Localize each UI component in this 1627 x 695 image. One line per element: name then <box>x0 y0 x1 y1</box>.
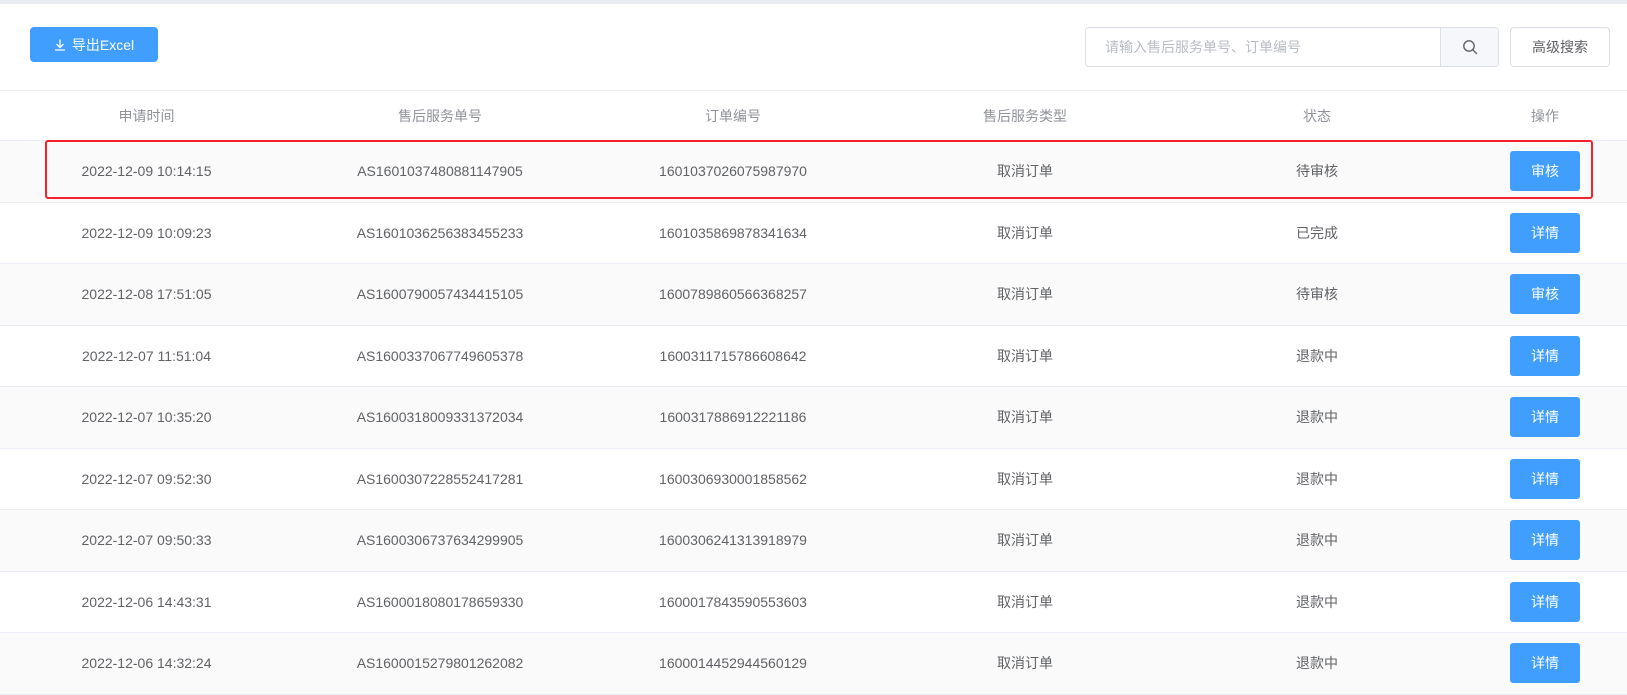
actions-cell: 详情 <box>1463 571 1627 633</box>
table-row: 2022-12-07 09:52:30 AS1600307228552417281… <box>0 448 1627 510</box>
table-row: 2022-12-06 14:32:24 AS1600015279801262082… <box>0 632 1627 695</box>
status-cell: 退款中 <box>1296 347 1338 364</box>
search-button[interactable] <box>1440 28 1498 66</box>
actions-cell: 详情 <box>1463 387 1627 449</box>
status-cell: 退款中 <box>1296 470 1338 487</box>
download-icon <box>54 38 66 51</box>
actions-cell: 审核 <box>1463 264 1627 326</box>
order-no-cell: 1600311715786608642 <box>659 347 807 364</box>
detail-button[interactable]: 详情 <box>1510 397 1580 438</box>
advanced-search-button[interactable]: 高级搜索 <box>1510 27 1610 67</box>
detail-button[interactable]: 详情 <box>1510 520 1580 561</box>
service-no-cell: AS1600337067749605378 <box>356 347 524 364</box>
status-cell: 已完成 <box>1296 224 1338 241</box>
table-body: 2022-12-09 10:14:15 AS1601037480881147905… <box>0 140 1627 695</box>
service-no-cell: AS1601037480881147905 <box>357 163 523 180</box>
table-row: 2022-12-09 10:09:23 AS1601036256383455233… <box>0 202 1627 264</box>
status-cell: 退款中 <box>1296 409 1338 426</box>
order-no-cell: 1601035869878341634 <box>659 224 807 241</box>
status-cell: 退款中 <box>1296 532 1338 549</box>
status-cell: 待审核 <box>1296 286 1338 303</box>
service-type-cell: 取消订单 <box>997 409 1053 426</box>
column-header-status: 状态 <box>1171 90 1463 141</box>
service-type-cell: 取消订单 <box>997 470 1053 487</box>
apply-time-cell: 2022-12-09 10:09:23 <box>81 224 212 241</box>
service-type-cell: 取消订单 <box>997 532 1053 549</box>
apply-time-cell: 2022-12-07 10:35:20 <box>81 409 212 426</box>
search-icon <box>1462 40 1477 55</box>
actions-cell: 详情 <box>1463 510 1627 572</box>
apply-time-cell: 2022-12-06 14:43:31 <box>81 593 212 610</box>
table-row: 2022-12-09 10:14:15 AS1601037480881147905… <box>0 140 1627 203</box>
after-sales-table: 申请时间 售后服务单号 订单编号 售后服务类型 状态 操作 2022-12-09… <box>0 90 1627 695</box>
detail-button[interactable]: 详情 <box>1510 581 1580 622</box>
table-row: 2022-12-08 17:51:05 AS1600790057434415105… <box>0 263 1627 326</box>
search-input[interactable] <box>1086 28 1440 66</box>
column-header-service-no: 售后服务单号 <box>293 90 587 141</box>
service-no-cell: AS1600015279801262082 <box>356 655 524 672</box>
status-cell: 退款中 <box>1296 593 1338 610</box>
service-type-cell: 取消订单 <box>997 286 1053 303</box>
actions-cell: 详情 <box>1463 448 1627 510</box>
detail-button[interactable]: 详情 <box>1510 212 1580 253</box>
order-no-cell: 1600014452944560129 <box>659 655 807 672</box>
table-row: 2022-12-07 09:50:33 AS1600306737634299905… <box>0 509 1627 572</box>
column-header-apply-time: 申请时间 <box>0 90 293 141</box>
actions-cell: 详情 <box>1463 325 1627 387</box>
actions-cell: 详情 <box>1463 633 1627 695</box>
detail-button[interactable]: 详情 <box>1510 335 1580 376</box>
detail-button[interactable]: 详情 <box>1510 458 1580 499</box>
service-type-cell: 取消订单 <box>997 593 1053 610</box>
apply-time-cell: 2022-12-07 09:52:30 <box>81 470 212 487</box>
apply-time-cell: 2022-12-09 10:14:15 <box>81 163 212 180</box>
search-box <box>1085 27 1499 67</box>
order-no-cell: 1600306930001858562 <box>659 470 807 487</box>
column-header-order-no: 订单编号 <box>587 90 879 141</box>
apply-time-cell: 2022-12-07 11:51:04 <box>82 347 211 364</box>
order-no-cell: 1601037026075987970 <box>659 163 807 180</box>
service-type-cell: 取消订单 <box>997 163 1053 180</box>
service-no-cell: AS1601036256383455233 <box>356 224 524 241</box>
export-excel-label: 导出Excel <box>71 36 135 53</box>
review-button[interactable]: 审核 <box>1510 151 1580 192</box>
table-row: 2022-12-06 14:43:31 AS1600018080178659330… <box>0 571 1627 633</box>
apply-time-cell: 2022-12-07 09:50:33 <box>81 532 212 549</box>
order-no-cell: 1600789860566368257 <box>659 286 807 303</box>
actions-cell: 详情 <box>1463 202 1627 264</box>
service-type-cell: 取消订单 <box>997 224 1053 241</box>
toolbar: 导出Excel 高级搜索 <box>0 4 1627 88</box>
apply-time-cell: 2022-12-08 17:51:05 <box>81 286 212 303</box>
order-no-cell: 1600306241313918979 <box>659 532 807 549</box>
service-type-cell: 取消订单 <box>997 655 1053 672</box>
header-row: 申请时间 售后服务单号 订单编号 售后服务类型 状态 操作 <box>0 90 1627 141</box>
order-no-cell: 1600317886912221186 <box>659 409 807 426</box>
service-type-cell: 取消订单 <box>997 347 1053 364</box>
detail-button[interactable]: 详情 <box>1510 643 1580 684</box>
table-row: 2022-12-07 10:35:20 AS1600318009331372034… <box>0 386 1627 449</box>
status-cell: 退款中 <box>1296 655 1338 672</box>
review-button[interactable]: 审核 <box>1510 274 1580 315</box>
service-no-cell: AS1600307228552417281 <box>356 470 524 487</box>
table-header: 申请时间 售后服务单号 订单编号 售后服务类型 状态 操作 <box>0 90 1627 141</box>
column-header-service-type: 售后服务类型 <box>879 90 1171 141</box>
status-cell: 待审核 <box>1296 163 1338 180</box>
table-row: 2022-12-07 11:51:04 AS1600337067749605378… <box>0 325 1627 387</box>
apply-time-cell: 2022-12-06 14:32:24 <box>81 655 212 672</box>
order-no-cell: 1600017843590553603 <box>659 593 807 610</box>
service-no-cell: AS1600018080178659330 <box>356 593 524 610</box>
column-header-actions: 操作 <box>1463 90 1627 141</box>
service-no-cell: AS1600318009331372034 <box>356 409 524 426</box>
actions-cell: 审核 <box>1463 141 1627 203</box>
service-no-cell: AS1600306737634299905 <box>356 532 524 549</box>
service-no-cell: AS1600790057434415105 <box>356 286 524 303</box>
export-excel-button[interactable]: 导出Excel <box>30 27 158 62</box>
